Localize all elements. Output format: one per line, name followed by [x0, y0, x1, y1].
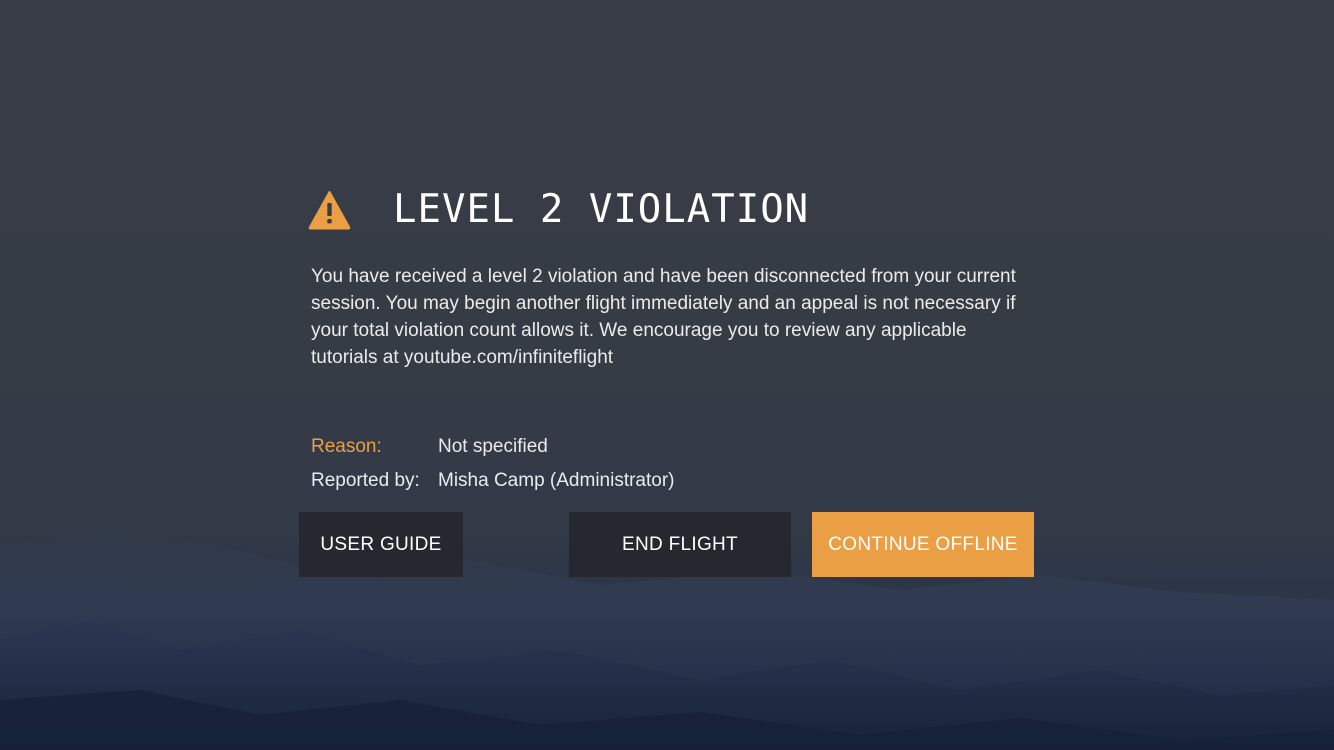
reported-by-label: Reported by:	[311, 470, 420, 491]
reason-value: Not specified	[438, 436, 548, 457]
reason-label: Reason:	[311, 436, 382, 457]
user-guide-button[interactable]: USER GUIDE	[299, 512, 463, 577]
warning-triangle-icon	[308, 191, 351, 230]
violation-message: You have received a level 2 violation an…	[311, 266, 1016, 368]
violation-dialog: LEVEL 2 VIOLATION You have received a le…	[0, 0, 1334, 750]
reported-by-value: Misha Camp (Administrator)	[438, 470, 675, 491]
dialog-title: LEVEL 2 VIOLATION	[393, 187, 810, 232]
end-flight-button[interactable]: END FLIGHT	[569, 512, 791, 577]
continue-offline-button[interactable]: CONTINUE OFFLINE	[812, 512, 1034, 577]
